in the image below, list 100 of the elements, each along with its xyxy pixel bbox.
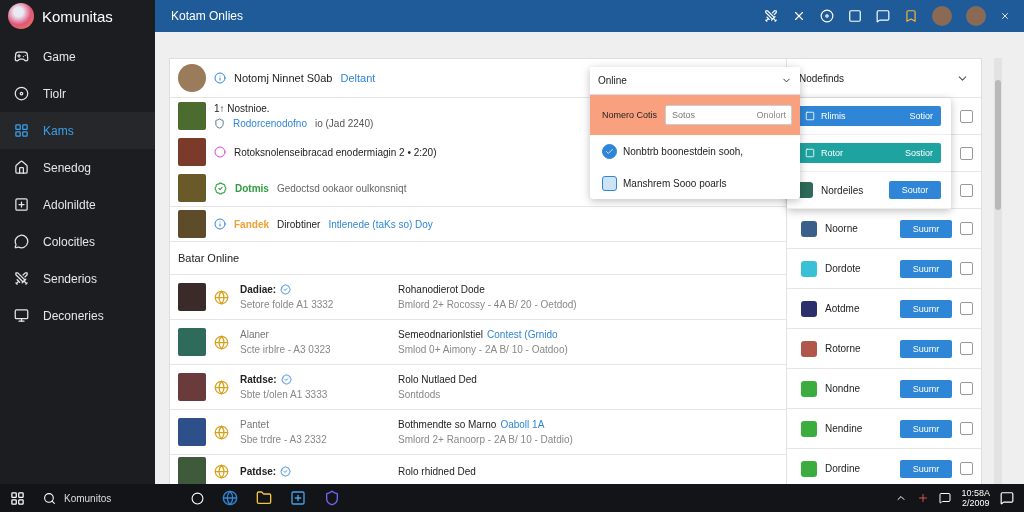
link[interactable]: Intlenede (taKs so) Doy [328, 218, 433, 230]
game-thumbnail [178, 373, 206, 401]
activity-detail: Bmlord 2+ Rocossy - 4A B/ 20 - Oetdod) [398, 299, 578, 310]
info-icon [214, 72, 226, 84]
activity-detail: Sontdods [398, 389, 442, 400]
menu-icon [14, 160, 29, 175]
activity-detail: Smlod 0+ Aimony - 2A B/ 10 - Oatdoo) [398, 344, 569, 355]
game-thumbnail [178, 102, 206, 130]
friend-status: Scte irblre - A3 0323 [240, 344, 332, 355]
checkbox[interactable] [602, 143, 617, 159]
game-thumbnail [178, 418, 206, 446]
game-thumbnail [178, 174, 206, 202]
status-ring-icon [214, 146, 226, 158]
checkbox[interactable] [960, 183, 973, 197]
sidebar-item[interactable]: Kams [0, 112, 155, 149]
logo-icon [8, 3, 34, 29]
friend-status: Sbte t/olen A1 3333 [240, 389, 329, 400]
app-name: Nendine [825, 423, 863, 434]
checkbox[interactable] [960, 382, 973, 395]
field-label: Nomero Cotis [602, 110, 657, 120]
action-button[interactable]: Suumr [900, 259, 952, 278]
action-button[interactable]: Suumr [900, 419, 952, 438]
notification-icon [1000, 491, 1014, 505]
menu-icon [14, 234, 29, 249]
action-button[interactable]: Suumr [900, 379, 952, 398]
sidebar-item[interactable]: Senderios [0, 260, 155, 297]
square-icon [848, 9, 862, 23]
action-button[interactable]: Rotor Sostior [797, 143, 941, 163]
checkbox[interactable] [960, 146, 973, 160]
checkbox[interactable] [960, 342, 973, 355]
friend-status: Sbe trdre - A3 2332 [240, 434, 328, 445]
avatar[interactable] [966, 6, 986, 26]
game-thumbnail [178, 210, 206, 238]
tray-icon [917, 492, 930, 504]
action-button[interactable]: Suumr [900, 299, 952, 318]
checkbox[interactable] [960, 109, 973, 123]
friend-name: Dadiae: [240, 284, 277, 295]
avatar[interactable] [932, 6, 952, 26]
friend-name: Ratdse: [240, 374, 277, 385]
checkbox[interactable] [960, 462, 973, 475]
checkbox[interactable] [960, 302, 973, 315]
app-icon [801, 420, 817, 437]
check-icon [605, 146, 614, 156]
dropdown-toggle[interactable]: Online [590, 67, 800, 95]
app-name: Noorne [825, 223, 858, 234]
friend-name: Pantet [240, 419, 269, 430]
app-name: Nordeiles [821, 184, 864, 196]
action-button[interactable]: Suumr [900, 339, 952, 358]
sidebar-item[interactable]: Senedog [0, 149, 155, 186]
post-text: Gedoctsd ookaor oulkonsniqt [276, 182, 407, 194]
app-name: Dordote [825, 263, 861, 274]
app-name: Rotorne [825, 343, 861, 354]
info-icon [214, 218, 226, 230]
action-button[interactable]: Suumr [900, 219, 952, 238]
post-detail: io (Jad 2240) [314, 118, 374, 129]
activity-title: Rolo Nutlaed Ded [398, 374, 477, 385]
check-icon [214, 181, 227, 195]
checkbox[interactable] [960, 262, 973, 275]
scrollbar[interactable] [994, 58, 1002, 484]
link[interactable]: Rodorcenodofno [233, 118, 307, 129]
sidebar-item[interactable]: Adolnildte [0, 186, 155, 223]
activity-title: Bothmendte so Marno [398, 419, 497, 430]
menu-icon [14, 308, 29, 323]
search-label[interactable]: Komunitos [64, 492, 112, 504]
square-icon [805, 111, 815, 121]
option-item[interactable]: Manshrem Sooo poarls [590, 167, 800, 199]
post-text: Dirobtiner [277, 218, 321, 230]
app-icon [801, 380, 817, 397]
action-button[interactable]: Suumr [900, 459, 952, 478]
friend-name: Alaner [240, 329, 269, 340]
friend-status: Setore folde A1 3332 [240, 299, 335, 310]
clock-date: 2/2009 [961, 498, 990, 508]
sidebar-item[interactable]: Game [0, 38, 155, 75]
link[interactable]: Deltant [340, 72, 376, 84]
game-thumbnail [178, 457, 206, 484]
chat-icon [876, 9, 890, 23]
sidebar-item[interactable]: Colocitles [0, 223, 155, 260]
action-button[interactable]: Soutor [889, 181, 941, 199]
brand-name: Komunitas [42, 7, 113, 25]
app-name: Nondne [825, 383, 861, 394]
status-label: Dotmis [235, 182, 269, 194]
sidebar-item[interactable]: Tiolr [0, 75, 155, 112]
checkbox[interactable] [960, 222, 973, 235]
sidebar-item[interactable]: Deconeries [0, 297, 155, 334]
post-title: Notomj Ninnet S0ab [234, 72, 333, 84]
store-icon [290, 490, 306, 506]
menu-icon [14, 49, 29, 64]
game-thumbnail [178, 138, 206, 166]
link[interactable]: Contest (Grnido [487, 329, 558, 340]
activity-title: Semeodnarionlstiel [398, 329, 484, 340]
option-item[interactable]: Nonbtrb boonestdein sooh, [590, 135, 800, 167]
checkbox[interactable] [960, 422, 973, 435]
action-button[interactable]: Rlimis Sotior [797, 106, 941, 126]
post-text: Rotoksnolenseibracad enodermiagin 2 • 2:20) [234, 146, 437, 158]
checkbox[interactable] [602, 175, 617, 191]
app-icon [801, 260, 817, 277]
app-icon [801, 340, 817, 357]
app-icon [801, 220, 817, 237]
activity-title: Rolo rhidned Ded [398, 465, 476, 477]
link[interactable]: Oaboll 1A [500, 419, 545, 430]
